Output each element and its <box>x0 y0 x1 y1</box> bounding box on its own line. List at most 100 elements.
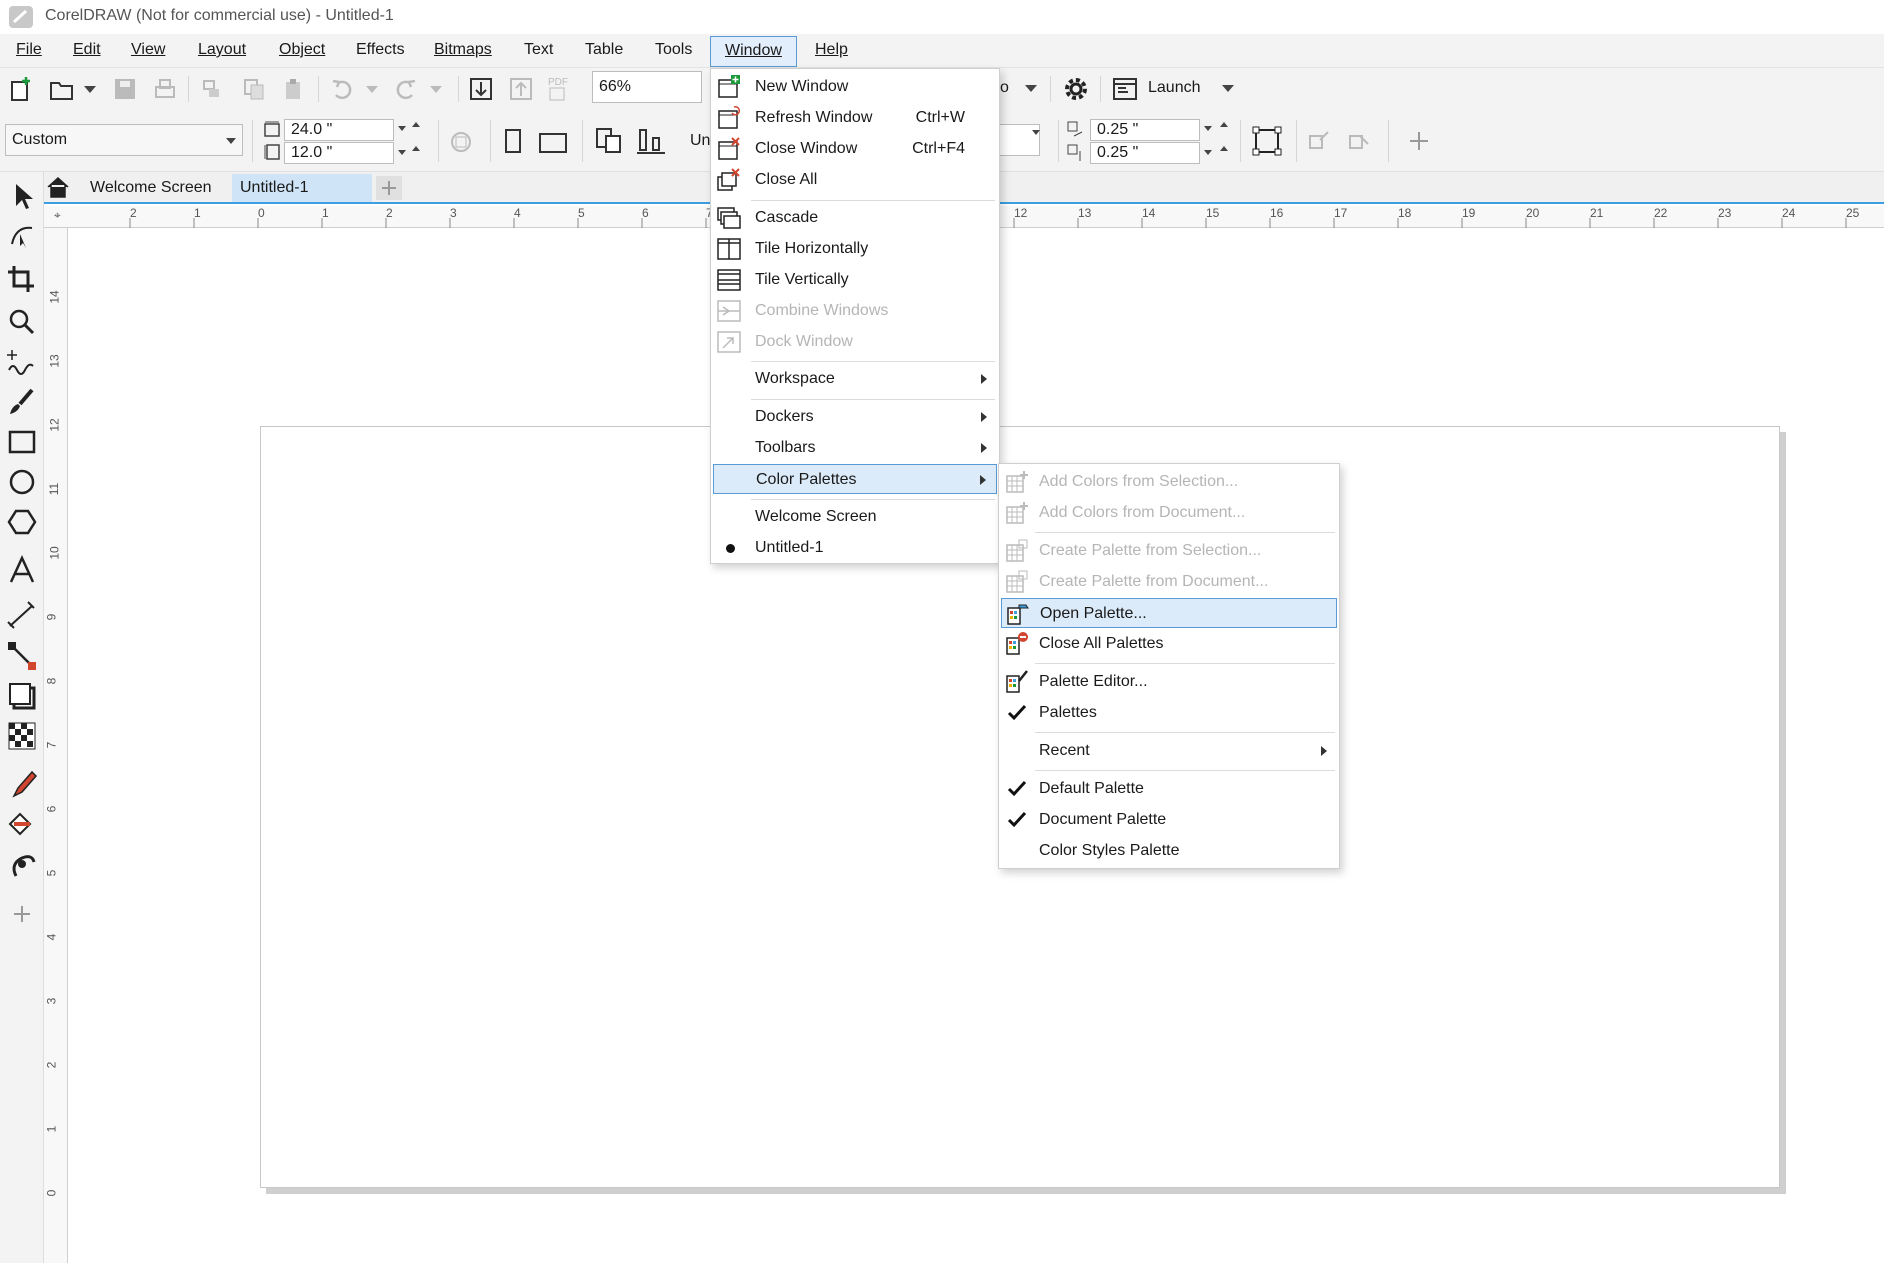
transparency-tool-icon[interactable] <box>6 720 38 752</box>
launch-button[interactable]: Launch <box>1148 79 1201 97</box>
redo-icon[interactable] <box>394 77 418 101</box>
open-folder-icon[interactable] <box>48 76 76 102</box>
snap-to-dropdown-arrow-icon[interactable] <box>1025 85 1037 92</box>
nudge-y-decrement-icon[interactable] <box>1204 150 1212 155</box>
menu-view[interactable]: View <box>131 41 165 59</box>
ellipse-tool-icon[interactable] <box>6 466 38 498</box>
menu-item-refresh-window[interactable]: Refresh Window Ctrl+W <box>713 103 997 133</box>
menu-object[interactable]: Object <box>279 41 325 59</box>
nudge-y-field[interactable]: 0.25 " <box>1090 142 1200 164</box>
menu-bitmaps[interactable]: Bitmaps <box>434 41 492 59</box>
landscape-orientation-icon[interactable] <box>538 132 568 154</box>
export-icon[interactable] <box>508 76 534 102</box>
menu-item-dockers[interactable]: Dockers <box>713 402 997 432</box>
menu-item-recent[interactable]: Recent <box>1001 736 1337 766</box>
menu-item-close-all-palettes[interactable]: Close All Palettes <box>1001 629 1337 659</box>
redo-dropdown-arrow-icon[interactable] <box>430 86 442 93</box>
options-gear-icon[interactable] <box>1062 75 1090 103</box>
interactive-fill-tool-icon[interactable] <box>6 808 38 840</box>
dimension-tool-icon[interactable] <box>6 600 38 632</box>
menu-item-open-palette[interactable]: Open Palette... <box>1001 598 1337 628</box>
home-icon[interactable] <box>46 176 70 198</box>
polygon-tool-icon[interactable] <box>6 506 38 538</box>
nudge-x-decrement-icon[interactable] <box>1204 126 1212 131</box>
menu-text[interactable]: Text <box>524 41 553 59</box>
connector-tool-icon[interactable] <box>6 640 38 672</box>
new-document-icon[interactable] <box>8 76 34 102</box>
menu-help[interactable]: Help <box>815 41 848 59</box>
smart-fill-tool-icon[interactable] <box>6 848 38 880</box>
width-decrement-icon[interactable] <box>398 126 406 131</box>
zoom-tool-icon[interactable] <box>6 306 38 338</box>
height-decrement-icon[interactable] <box>398 150 406 155</box>
menu-layout[interactable]: Layout <box>198 41 246 59</box>
pick-tool-icon[interactable] <box>6 180 38 212</box>
print-icon[interactable] <box>152 77 178 101</box>
menu-item-color-palettes[interactable]: Color Palettes <box>713 464 997 494</box>
menu-tools[interactable]: Tools <box>655 41 692 59</box>
tab-welcome-screen[interactable]: Welcome Screen <box>82 174 220 202</box>
vertical-ruler[interactable]: 14 13 12 11 10 9 8 7 6 5 4 3 2 1 0 <box>44 228 68 1263</box>
page-size-select[interactable]: Custom <box>5 124 243 156</box>
rectangle-tool-icon[interactable] <box>6 426 38 458</box>
menu-item-document-palette[interactable]: Document Palette <box>1001 805 1337 835</box>
paste-icon[interactable] <box>282 77 306 101</box>
snap-to-label[interactable]: o <box>1000 79 1009 97</box>
crop-tool-icon[interactable] <box>6 264 38 296</box>
width-increment-icon[interactable] <box>412 122 420 127</box>
menu-item-untitled-1[interactable]: Untitled-1 <box>713 533 997 563</box>
edit-bounding-icon[interactable] <box>1306 128 1332 154</box>
align-bottom-icon[interactable] <box>636 126 666 156</box>
all-pages-size-icon[interactable] <box>446 128 476 156</box>
menu-item-color-styles-palette[interactable]: Color Styles Palette <box>1001 836 1337 866</box>
page-width-field[interactable]: 24.0 " <box>284 119 394 141</box>
portrait-orientation-icon[interactable] <box>502 128 524 154</box>
menu-item-tile-horizontally[interactable]: Tile Horizontally <box>713 234 997 264</box>
shape-tool-icon[interactable] <box>6 220 38 252</box>
edit-bounding-alt-icon[interactable] <box>1346 128 1372 154</box>
nudge-x-increment-icon[interactable] <box>1220 122 1228 127</box>
page-height-field[interactable]: 12.0 " <box>284 142 394 164</box>
drop-shadow-tool-icon[interactable] <box>6 680 38 712</box>
text-tool-icon[interactable] <box>6 554 38 586</box>
menu-item-new-window[interactable]: New Window <box>713 72 997 102</box>
menu-effects[interactable]: Effects <box>356 41 405 59</box>
menu-edit[interactable]: Edit <box>73 41 101 59</box>
menu-item-close-window[interactable]: Close Window Ctrl+F4 <box>713 134 997 164</box>
menu-item-toolbars[interactable]: Toolbars <box>713 433 997 463</box>
menu-file[interactable]: File <box>16 41 42 59</box>
freehand-tool-icon[interactable] <box>6 346 38 378</box>
ruler-origin-icon[interactable]: ⌖ <box>54 208 61 223</box>
menu-window[interactable]: Window <box>710 36 797 67</box>
add-tool-plus-icon[interactable] <box>6 898 38 930</box>
zoom-level-field[interactable]: 66% <box>592 71 702 103</box>
menu-table[interactable]: Table <box>585 41 623 59</box>
undo-icon[interactable] <box>330 77 354 101</box>
bounding-box-icon[interactable] <box>1252 126 1282 156</box>
launch-icon[interactable] <box>1112 76 1138 102</box>
menu-item-workspace[interactable]: Workspace <box>713 364 997 394</box>
new-tab-plus-icon[interactable] <box>376 176 402 200</box>
menu-item-welcome-screen[interactable]: Welcome Screen <box>713 502 997 532</box>
export-pdf-icon[interactable]: PDF <box>546 74 574 104</box>
menu-item-tile-vertically[interactable]: Tile Vertically <box>713 265 997 295</box>
import-icon[interactable] <box>468 76 494 102</box>
eyedropper-tool-icon[interactable] <box>6 768 38 800</box>
menu-item-cascade[interactable]: Cascade <box>713 203 997 233</box>
menu-item-close-all[interactable]: Close All <box>713 165 997 195</box>
duplicate-decrement-icon[interactable] <box>1032 130 1040 135</box>
menu-item-default-palette[interactable]: Default Palette <box>1001 774 1337 804</box>
copy-icon[interactable] <box>242 77 266 101</box>
add-toolbar-item-plus-icon[interactable] <box>1408 130 1430 152</box>
menu-item-palettes[interactable]: Palettes <box>1001 698 1337 728</box>
nudge-x-field[interactable]: 0.25 " <box>1090 119 1200 141</box>
launch-dropdown-arrow-icon[interactable] <box>1222 85 1234 92</box>
menu-item-palette-editor[interactable]: Palette Editor... <box>1001 667 1337 697</box>
cut-icon[interactable] <box>200 77 224 101</box>
nudge-y-increment-icon[interactable] <box>1220 146 1228 151</box>
save-icon[interactable] <box>112 77 138 101</box>
height-increment-icon[interactable] <box>412 146 420 151</box>
page-layout-icon[interactable] <box>594 126 624 156</box>
artistic-media-tool-icon[interactable] <box>6 386 38 418</box>
tab-untitled-1[interactable]: Untitled-1 <box>232 174 372 202</box>
